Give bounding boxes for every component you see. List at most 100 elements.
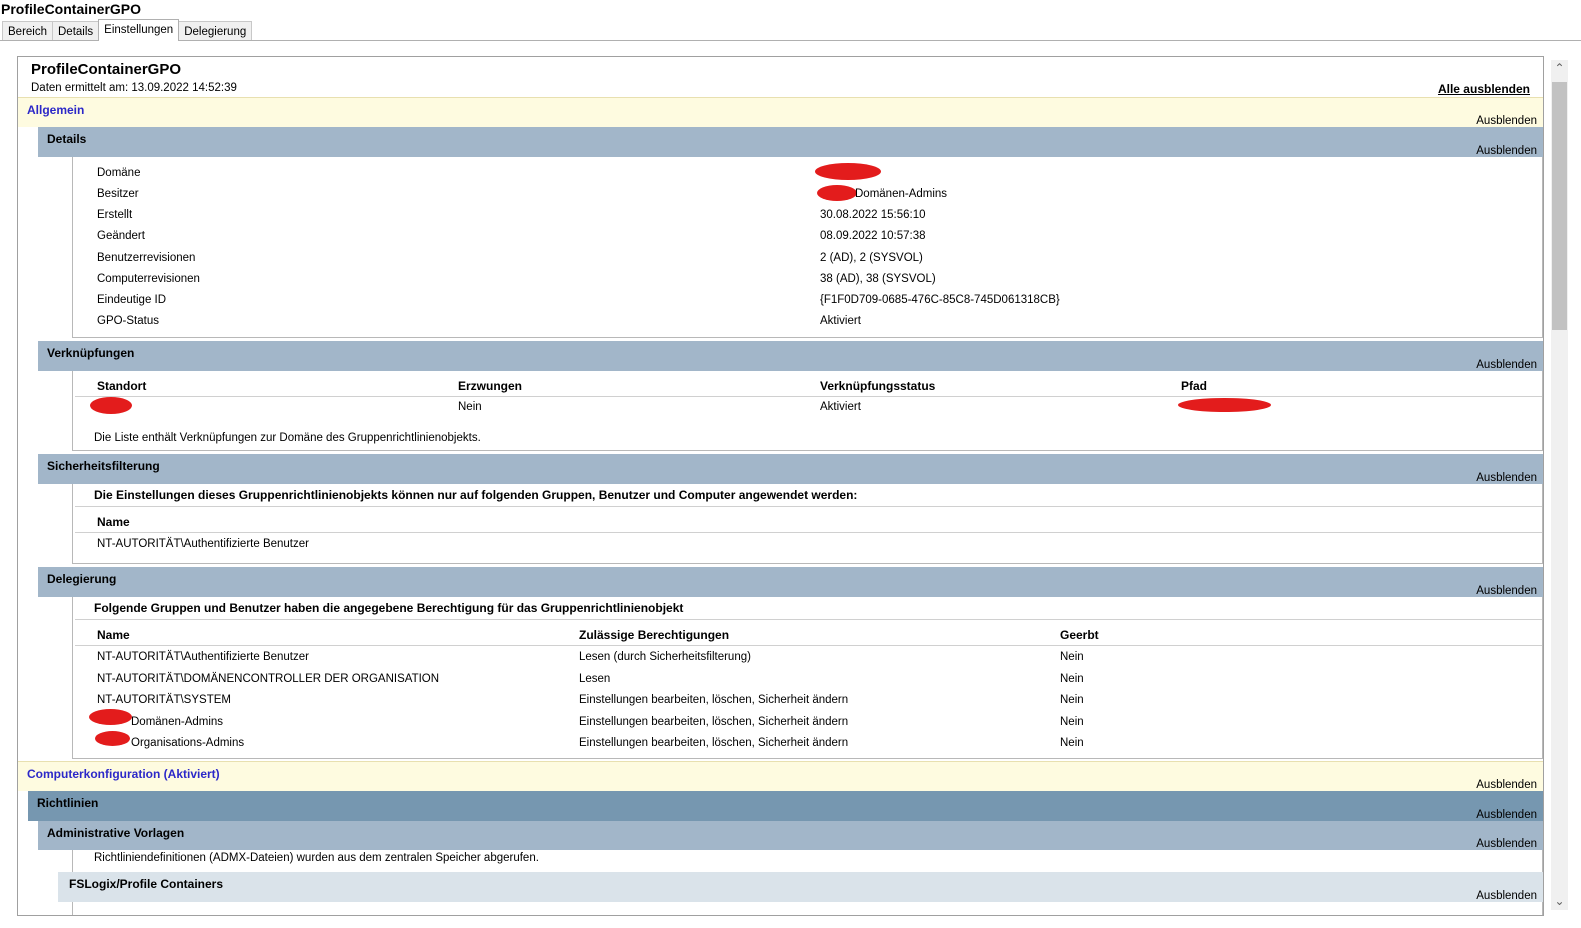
redaction-path xyxy=(1178,398,1271,412)
redaction-org-admins xyxy=(95,731,130,746)
delegation-inherited: Nein xyxy=(1060,673,1084,685)
hide-general-link[interactable]: Ausblenden xyxy=(1476,115,1537,127)
section-details[interactable]: Details Ausblenden xyxy=(38,127,1543,157)
details-label: Eindeutige ID xyxy=(97,294,167,306)
links-header-location: Standort xyxy=(97,379,147,393)
report-view[interactable]: ProfileContainerGPO Daten ermittelt am: … xyxy=(17,56,1544,916)
delegation-note: Folgende Gruppen und Benutzer haben die … xyxy=(94,601,684,615)
details-label: Domäne xyxy=(97,167,141,179)
section-computer-config[interactable]: Computerkonfiguration (Aktiviert) Ausble… xyxy=(18,761,1543,791)
section-policies-title: Richtlinien xyxy=(37,796,99,810)
section-general-title[interactable]: Allgemein xyxy=(27,103,84,117)
scroll-thumb[interactable] xyxy=(1552,82,1567,330)
details-value: Aktiviert xyxy=(820,315,861,327)
security-row: NT-AUTORITÄT\Authentifizierte Benutzer xyxy=(97,538,309,550)
delegation-perm: Lesen xyxy=(579,673,611,685)
section-details-title: Details xyxy=(47,132,87,146)
details-value: 2 (AD), 2 (SYSVOL) xyxy=(820,252,923,264)
delegation-inherited: Nein xyxy=(1060,651,1084,663)
details-table: Domäne Besitzer Domänen-Admins Erstellt … xyxy=(72,157,1543,338)
section-admin-templates[interactable]: Administrative Vorlagen Ausblenden xyxy=(38,821,1543,850)
details-label: Erstellt xyxy=(97,209,133,221)
delegation-name: Domänen-Admins xyxy=(131,716,224,728)
delegation-header-inherited: Geerbt xyxy=(1060,628,1099,642)
tab-bar: Bereich Details Einstellungen Delegierun… xyxy=(2,19,253,41)
admin-templates-note: Richtliniendefinitionen (ADMX-Dateien) w… xyxy=(94,852,539,864)
window-title: ProfileContainerGPO xyxy=(1,1,142,17)
section-admin-templates-title: Administrative Vorlagen xyxy=(47,826,185,840)
divider xyxy=(75,396,1542,397)
tab-details[interactable]: Details xyxy=(52,21,100,41)
scroll-down-icon[interactable]: ⌄ xyxy=(1551,893,1568,910)
redaction-domain-admins xyxy=(89,709,132,725)
delegation-perm: Einstellungen bearbeiten, löschen, Siche… xyxy=(579,737,849,749)
hide-all-link[interactable]: Alle ausblenden xyxy=(1438,82,1530,96)
details-value: 08.09.2022 10:57:38 xyxy=(820,230,926,242)
section-general[interactable]: Allgemein Ausblenden xyxy=(18,97,1543,127)
security-table: Die Einstellungen dieses Gruppenrichtlin… xyxy=(72,484,1543,564)
hide-links-link[interactable]: Ausblenden xyxy=(1476,359,1537,371)
report-title: ProfileContainerGPO xyxy=(31,61,182,78)
details-label: Geändert xyxy=(97,230,145,242)
divider xyxy=(75,506,1542,507)
links-header-enforced: Erzwungen xyxy=(458,379,523,393)
delegation-perm: Einstellungen bearbeiten, löschen, Siche… xyxy=(579,694,849,706)
details-value: 30.08.2022 15:56:10 xyxy=(820,209,926,221)
delegation-name: Organisations-Admins xyxy=(131,737,245,749)
section-security[interactable]: Sicherheitsfilterung Ausblenden xyxy=(38,454,1543,484)
delegation-perm: Einstellungen bearbeiten, löschen, Siche… xyxy=(579,716,849,728)
section-fslogix-title: FSLogix/Profile Containers xyxy=(69,877,224,891)
details-value: 38 (AD), 38 (SYSVOL) xyxy=(820,273,936,285)
delegation-inherited: Nein xyxy=(1060,694,1084,706)
details-label: Computerrevisionen xyxy=(97,273,200,285)
section-policies[interactable]: Richtlinien Ausblenden xyxy=(28,791,1543,821)
links-header-path: Pfad xyxy=(1181,379,1208,393)
delegation-inherited: Nein xyxy=(1060,716,1084,728)
section-delegation-title: Delegierung xyxy=(47,572,117,586)
delegation-name: NT-AUTORITÄT\SYSTEM xyxy=(97,694,231,706)
divider xyxy=(75,619,1542,620)
hide-security-link[interactable]: Ausblenden xyxy=(1476,472,1537,484)
delegation-header-name: Name xyxy=(97,628,130,642)
tab-divider xyxy=(0,40,1581,41)
links-note: Die Liste enthält Verknüpfungen zur Domä… xyxy=(94,432,481,444)
section-delegation[interactable]: Delegierung Ausblenden xyxy=(38,567,1543,597)
delegation-name: NT-AUTORITÄT\Authentifizierte Benutzer xyxy=(97,651,309,663)
links-header-status: Verknüpfungsstatus xyxy=(820,379,936,393)
hide-computer-config-link[interactable]: Ausblenden xyxy=(1476,779,1537,791)
hide-fslogix-link[interactable]: Ausblenden xyxy=(1476,890,1537,902)
hide-admin-templates-link[interactable]: Ausblenden xyxy=(1476,838,1537,850)
report-date: Daten ermittelt am: 13.09.2022 14:52:39 xyxy=(31,82,237,94)
redaction-location xyxy=(90,397,132,414)
section-computer-config-title[interactable]: Computerkonfiguration (Aktiviert) xyxy=(27,767,220,781)
links-enforced: Nein xyxy=(458,401,482,413)
section-links-title: Verknüpfungen xyxy=(47,346,135,360)
details-label: GPO-Status xyxy=(97,315,159,327)
redaction-owner-domain xyxy=(817,185,857,201)
security-header-name: Name xyxy=(97,515,130,529)
tab-einstellungen[interactable]: Einstellungen xyxy=(98,19,180,41)
delegation-header-perm: Zulässige Berechtigungen xyxy=(579,628,730,642)
tab-bereich[interactable]: Bereich xyxy=(2,21,53,41)
hide-policies-link[interactable]: Ausblenden xyxy=(1476,809,1537,821)
details-label: Benutzerrevisionen xyxy=(97,252,196,264)
hide-delegation-link[interactable]: Ausblenden xyxy=(1476,585,1537,597)
vertical-scrollbar[interactable]: ⌃ ⌄ xyxy=(1551,60,1568,910)
section-links[interactable]: Verknüpfungen Ausblenden xyxy=(38,341,1543,371)
redaction-domain xyxy=(815,163,881,180)
section-fslogix[interactable]: FSLogix/Profile Containers Ausblenden xyxy=(58,872,1543,902)
details-value: {F1F0D709-0685-476C-85C8-745D061318CB} xyxy=(820,294,1060,306)
delegation-table: Folgende Gruppen und Benutzer haben die … xyxy=(72,597,1543,759)
section-security-title: Sicherheitsfilterung xyxy=(47,459,160,473)
delegation-inherited: Nein xyxy=(1060,737,1084,749)
details-label: Besitzer xyxy=(97,188,139,200)
divider xyxy=(75,532,1542,533)
scroll-up-icon[interactable]: ⌃ xyxy=(1551,60,1568,77)
delegation-perm: Lesen (durch Sicherheitsfilterung) xyxy=(579,651,751,663)
security-note: Die Einstellungen dieses Gruppenrichtlin… xyxy=(94,488,858,502)
details-value: Domänen-Admins xyxy=(855,188,948,200)
tab-delegierung[interactable]: Delegierung xyxy=(178,21,253,41)
hide-details-link[interactable]: Ausblenden xyxy=(1476,145,1537,157)
divider xyxy=(75,645,1542,646)
links-table: Standort Erzwungen Verknüpfungsstatus Pf… xyxy=(72,371,1543,451)
